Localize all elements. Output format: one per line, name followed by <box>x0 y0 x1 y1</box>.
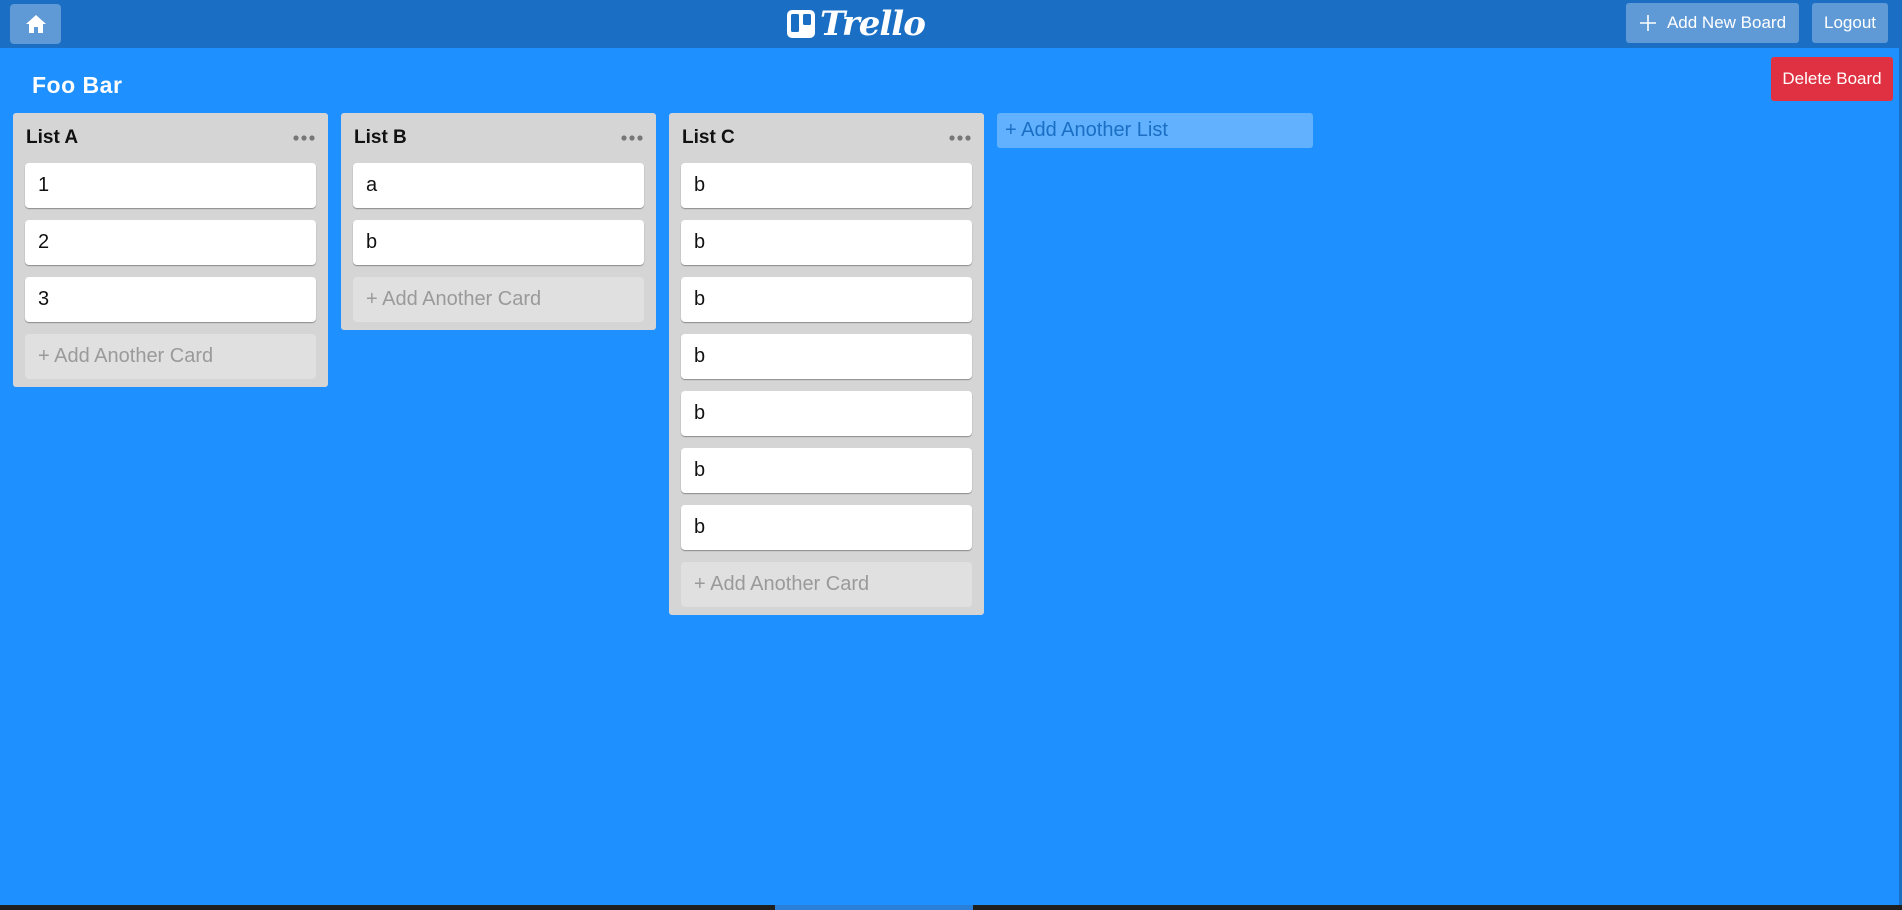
board-lists: List A 1 2 3 + Add Another Card List B a… <box>13 113 1313 615</box>
add-another-card-button[interactable]: + Add Another Card <box>25 334 316 379</box>
horizontal-scrollbar-thumb[interactable] <box>775 905 973 910</box>
card[interactable]: b <box>681 163 972 208</box>
add-new-board-label: Add New Board <box>1666 13 1787 32</box>
list-column[interactable]: List C b b b b b b b + Add Another Card <box>669 113 984 615</box>
card[interactable]: b <box>681 220 972 265</box>
more-horizontal-icon[interactable] <box>620 133 644 143</box>
logo-text: Trello <box>820 4 926 44</box>
card[interactable]: b <box>681 448 972 493</box>
top-navigation-bar: Trello Add New Board Logout <box>0 0 1902 48</box>
delete-board-button[interactable]: Delete Board <box>1771 57 1893 101</box>
app-root: Trello Add New Board Logout Foo Bar Dele… <box>0 0 1902 910</box>
more-horizontal-icon[interactable] <box>948 133 972 143</box>
logout-label: Logout <box>1824 13 1876 32</box>
list-title[interactable]: List C <box>681 127 735 149</box>
list-column[interactable]: List A 1 2 3 + Add Another Card <box>13 113 328 387</box>
card[interactable]: b <box>681 277 972 322</box>
card[interactable]: a <box>353 163 644 208</box>
list-title[interactable]: List B <box>353 127 407 149</box>
add-new-board-button[interactable]: Add New Board <box>1626 3 1799 43</box>
add-another-card-button[interactable]: + Add Another Card <box>353 277 644 322</box>
home-icon <box>25 15 46 33</box>
card[interactable]: b <box>681 505 972 550</box>
list-title[interactable]: List A <box>25 127 78 149</box>
list-header: List B <box>353 113 644 163</box>
trello-logo-icon <box>787 10 815 38</box>
board-title: Foo Bar <box>32 72 123 98</box>
card[interactable]: 2 <box>25 220 316 265</box>
card[interactable]: 1 <box>25 163 316 208</box>
card[interactable]: b <box>681 391 972 436</box>
list-header: List C <box>681 113 972 163</box>
logout-button[interactable]: Logout <box>1812 3 1888 43</box>
home-button[interactable] <box>10 4 61 44</box>
card[interactable]: b <box>681 334 972 379</box>
list-column[interactable]: List B a b + Add Another Card <box>341 113 656 330</box>
plus-icon <box>1639 15 1656 31</box>
list-header: List A <box>25 113 316 163</box>
trello-logo[interactable]: Trello <box>786 4 926 44</box>
delete-board-label: Delete Board <box>1782 69 1882 88</box>
add-another-card-button[interactable]: + Add Another Card <box>681 562 972 607</box>
card[interactable]: 3 <box>25 277 316 322</box>
card[interactable]: b <box>353 220 644 265</box>
more-horizontal-icon[interactable] <box>292 133 316 143</box>
add-another-list-button[interactable]: + Add Another List <box>997 113 1313 148</box>
